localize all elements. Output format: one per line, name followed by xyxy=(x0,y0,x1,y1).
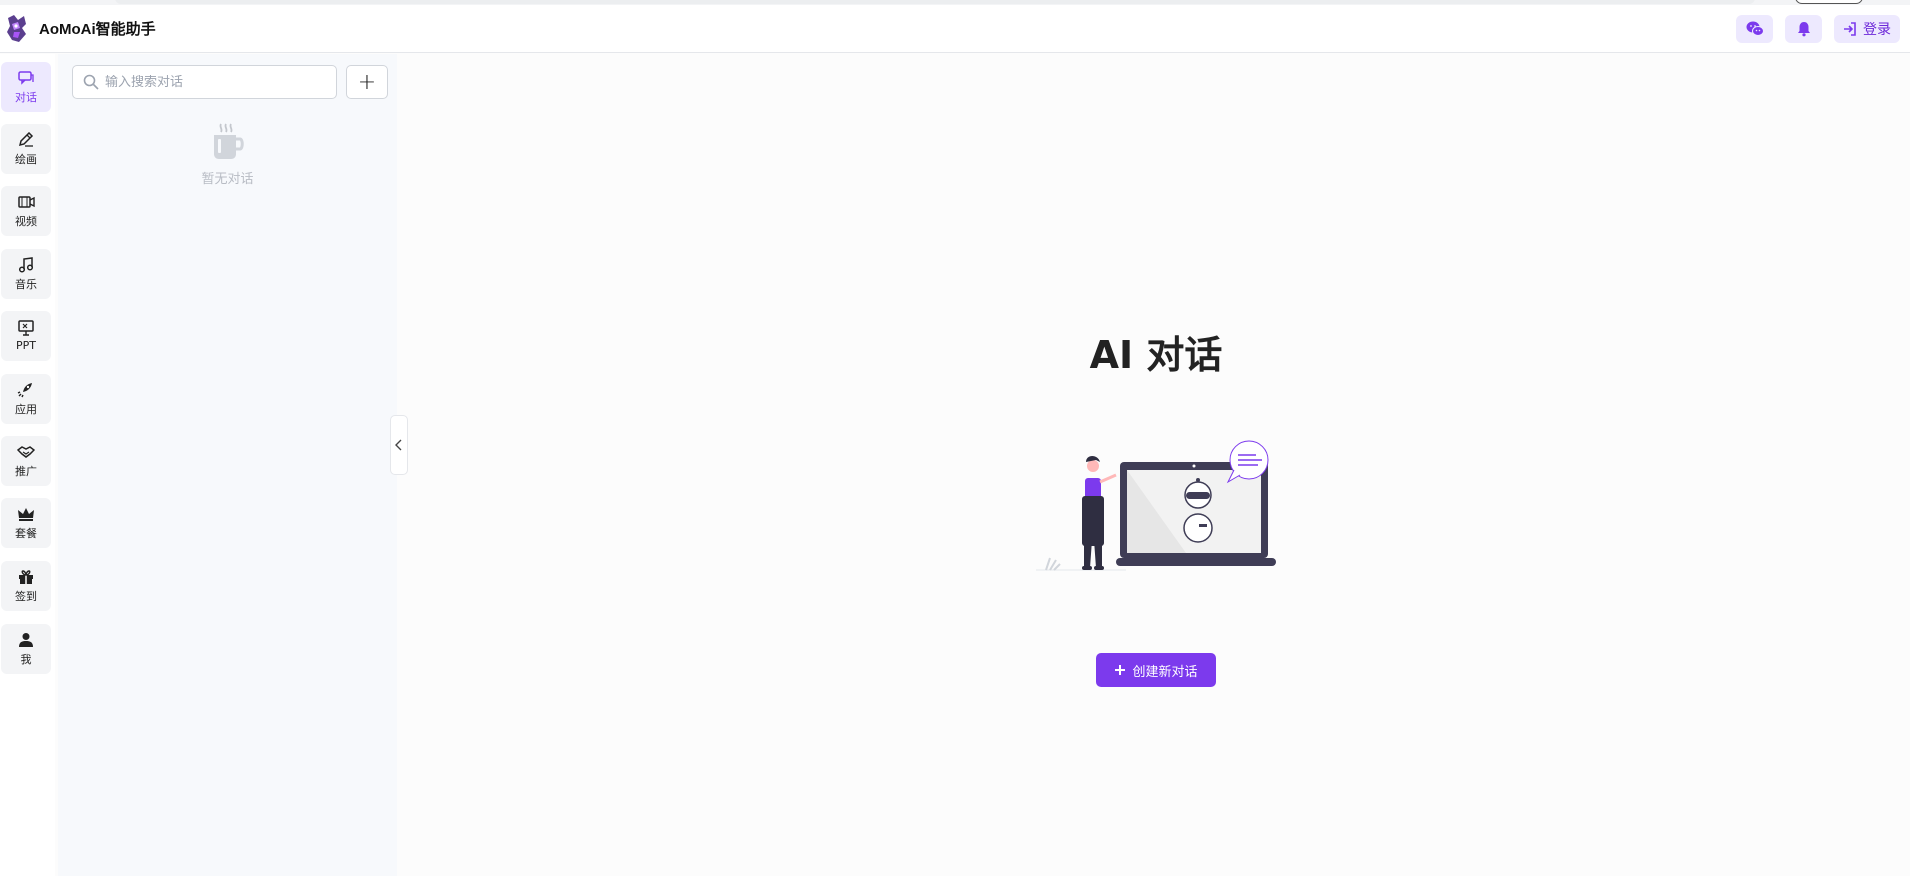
login-icon xyxy=(1844,22,1856,36)
handshake-icon xyxy=(17,445,35,458)
chat-icon xyxy=(18,70,34,85)
rail-item-chat[interactable]: 对话 xyxy=(1,62,51,112)
rail-label: PPT xyxy=(16,339,36,352)
rail-item-ppt[interactable]: PPT xyxy=(1,311,51,361)
rail-item-me[interactable]: 我 xyxy=(1,624,51,674)
rail-item-apps[interactable]: 应用 xyxy=(1,374,51,424)
music-icon xyxy=(18,256,34,273)
rail-label: 套餐 xyxy=(15,526,37,540)
app-brand: AoMoAi智能助手 xyxy=(39,21,156,38)
coffee-cup-icon xyxy=(213,123,244,159)
rail-label: 视频 xyxy=(15,214,37,228)
user-icon xyxy=(19,632,33,647)
chevron-left-icon xyxy=(395,439,402,451)
search-input[interactable] xyxy=(105,74,305,90)
presentation-icon xyxy=(18,320,34,336)
rail-label: 我 xyxy=(20,652,32,666)
gift-icon xyxy=(19,569,33,584)
video-icon xyxy=(18,195,35,208)
create-conversation-label: 创建新对话 xyxy=(1132,664,1198,680)
rail-label: 推广 xyxy=(15,464,37,478)
rail-label: 音乐 xyxy=(15,277,37,291)
notification-button[interactable] xyxy=(1785,15,1822,43)
add-conversation-button[interactable]: + xyxy=(346,65,388,99)
pen-icon xyxy=(18,131,34,147)
rocket-icon xyxy=(17,382,32,397)
left-rail: 对话 绘画 视频 音乐 PPT 应用 推广 套餐 签到 我 xyxy=(0,54,55,876)
empty-text: 暂无对话 xyxy=(201,172,254,187)
empty-state: 暂无对话 xyxy=(58,122,397,187)
login-button[interactable]: 登录 xyxy=(1834,15,1900,43)
ai-chat-illustration xyxy=(1036,440,1276,571)
plus-icon xyxy=(1115,665,1126,675)
rail-label: 对话 xyxy=(15,90,37,104)
brand-logo-icon xyxy=(7,14,26,42)
rail-item-video[interactable]: 视频 xyxy=(1,186,51,236)
top-header: AoMoAi智能助手 登录 xyxy=(0,5,1910,53)
rail-item-checkin[interactable]: 签到 xyxy=(1,561,51,611)
create-conversation-button[interactable]: 创建新对话 xyxy=(1096,653,1216,687)
rail-label: 签到 xyxy=(15,589,37,603)
address-bar xyxy=(115,0,1755,4)
search-icon xyxy=(83,74,99,90)
browser-button xyxy=(1795,0,1863,4)
rail-item-plans[interactable]: 套餐 xyxy=(1,498,51,548)
rail-item-draw[interactable]: 绘画 xyxy=(1,124,51,174)
crown-icon xyxy=(18,507,34,521)
rail-item-promote[interactable]: 推广 xyxy=(1,436,51,486)
search-box xyxy=(72,65,337,99)
login-label: 登录 xyxy=(1863,22,1891,38)
wechat-icon xyxy=(1746,21,1764,36)
bell-icon xyxy=(1797,22,1810,37)
rail-label: 应用 xyxy=(15,402,37,416)
rail-label: 绘画 xyxy=(15,152,37,166)
wechat-button[interactable] xyxy=(1736,15,1773,43)
rail-item-music[interactable]: 音乐 xyxy=(1,249,51,299)
header-actions: 登录 xyxy=(1736,15,1900,43)
page-title: AI 对话 xyxy=(1089,333,1223,377)
conversation-panel: + 暂无对话 xyxy=(58,54,397,876)
collapse-panel-button[interactable] xyxy=(390,415,408,475)
